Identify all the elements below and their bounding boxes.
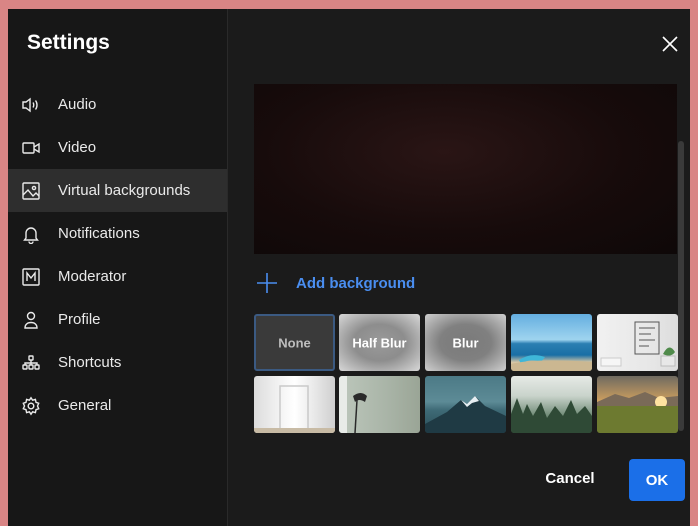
background-label: Half Blur: [352, 335, 407, 350]
background-image-foggy-forest[interactable]: [511, 376, 592, 433]
sidebar-item-label: General: [58, 397, 112, 414]
sidebar-item-general[interactable]: General: [8, 384, 227, 427]
background-blur[interactable]: Blur: [425, 314, 506, 371]
sidebar-item-label: Moderator: [58, 268, 127, 285]
gear-icon: [20, 395, 42, 417]
add-background-label: Add background: [296, 274, 416, 292]
sidebar-item-label: Profile: [58, 311, 101, 328]
plus-icon: [257, 273, 277, 293]
add-background-button[interactable]: Add background: [256, 272, 415, 294]
speaker-icon: [20, 94, 42, 116]
sidebar-item-label: Notifications: [58, 225, 140, 242]
background-image-sunset-field[interactable]: [597, 376, 678, 433]
settings-sidebar: Settings Audio Video Virtual backgrounds: [8, 9, 228, 526]
mountain-scene: [425, 396, 506, 433]
close-icon: [662, 36, 678, 52]
forest-scene: [511, 398, 592, 433]
settings-dialog: Settings Audio Video Virtual backgrounds: [8, 9, 690, 526]
lamp-scene: [339, 376, 367, 433]
background-image-room[interactable]: [597, 314, 678, 371]
close-button[interactable]: [658, 33, 682, 55]
bell-icon: [20, 223, 42, 245]
background-image-lamp-wall[interactable]: [339, 376, 420, 433]
sidebar-item-label: Virtual backgrounds: [58, 182, 191, 199]
sidebar-item-profile[interactable]: Profile: [8, 298, 227, 341]
camera-preview: [254, 84, 677, 254]
sidebar-item-shortcuts[interactable]: Shortcuts: [8, 341, 227, 384]
user-icon: [20, 309, 42, 331]
background-image-mountain[interactable]: [425, 376, 506, 433]
background-label: Blur: [452, 335, 479, 350]
background-half-blur[interactable]: Half Blur: [339, 314, 420, 371]
sidebar-item-moderator[interactable]: Moderator: [8, 255, 227, 298]
door-scene: [254, 385, 335, 433]
sidebar-item-virtual-backgrounds[interactable]: Virtual backgrounds: [8, 169, 227, 212]
sidebar-item-audio[interactable]: Audio: [8, 83, 227, 126]
background-none[interactable]: None: [254, 314, 335, 371]
beach-scene: [511, 355, 592, 371]
content-scrollbar[interactable]: [678, 141, 684, 431]
sidebar-item-notifications[interactable]: Notifications: [8, 212, 227, 255]
shortcuts-icon: [20, 352, 42, 374]
sidebar-item-video[interactable]: Video: [8, 126, 227, 169]
sidebar-item-label: Shortcuts: [58, 354, 122, 371]
ok-button[interactable]: OK: [629, 459, 685, 501]
settings-nav: Audio Video Virtual backgrounds Notifica…: [8, 83, 227, 427]
room-scene: [600, 321, 676, 367]
field-scene: [597, 392, 678, 433]
dialog-title: Settings: [27, 31, 110, 54]
cancel-button[interactable]: Cancel: [531, 458, 609, 498]
background-label: None: [278, 335, 311, 350]
background-image-white-door[interactable]: [254, 376, 335, 433]
image-icon: [20, 180, 42, 202]
sidebar-item-label: Audio: [58, 96, 97, 113]
background-image-beach[interactable]: [511, 314, 592, 371]
sidebar-item-label: Video: [58, 139, 97, 156]
moderator-m-icon: [20, 266, 42, 288]
video-camera-icon: [20, 137, 42, 159]
